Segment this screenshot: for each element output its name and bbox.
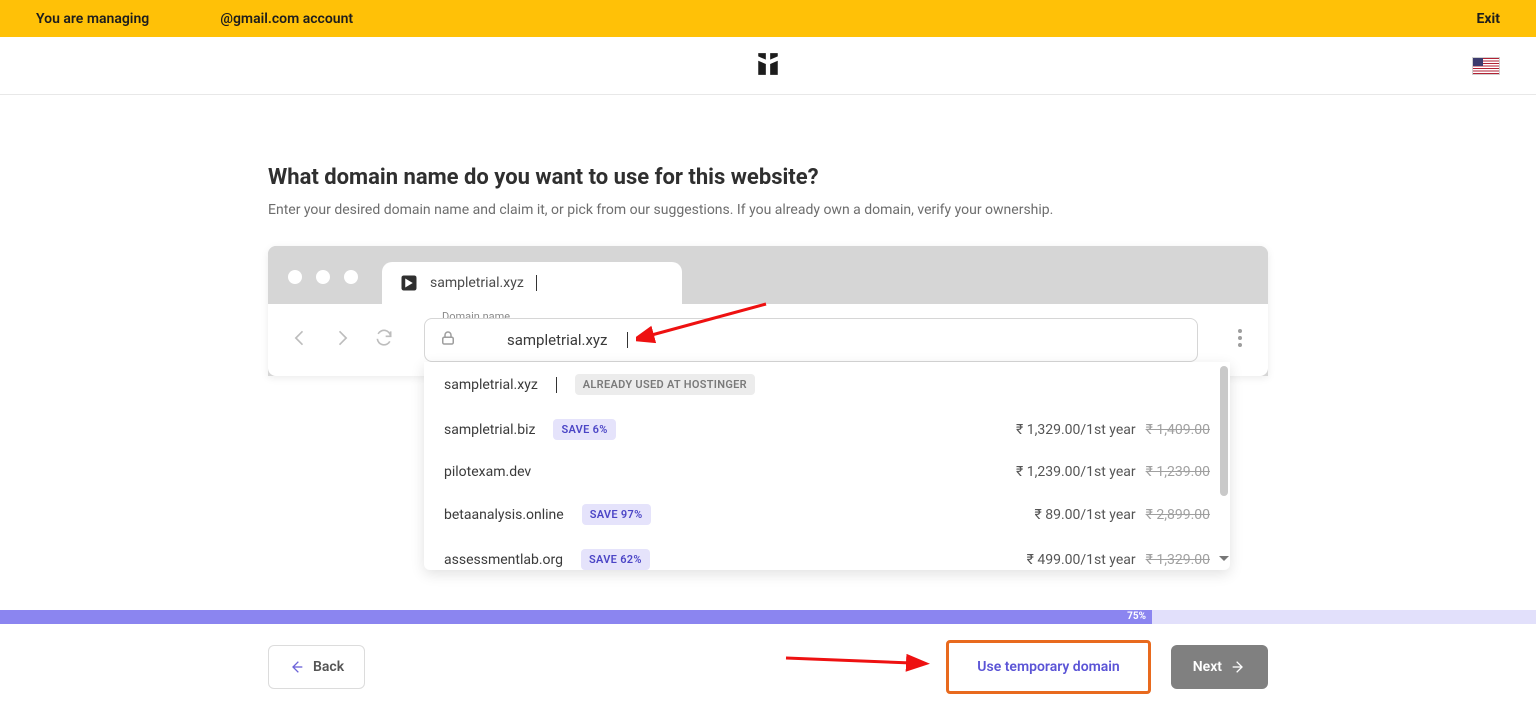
text-cursor-icon [627,332,628,348]
kebab-menu-icon[interactable] [1238,329,1242,351]
next-button-label: Next [1193,659,1222,675]
suggestion-domain: pilotexam.dev [444,464,531,480]
progress-label: 75% [1127,610,1146,624]
suggestion-row[interactable]: sampletrial.xyz ALREADY USED AT HOSTINGE… [424,362,1230,407]
exit-link[interactable]: Exit [1477,11,1500,27]
text-cursor-icon [556,377,557,393]
onboarding-progress: 75% [0,610,1536,624]
suggestion-old-price: ₹ 1,239.00 [1146,464,1210,480]
domain-input-value: sampletrial.xyz [507,331,607,349]
locale-flag-us-icon[interactable] [1472,57,1500,75]
suggestion-domain: assessmentlab.org [444,552,563,568]
text-cursor-icon [536,275,537,291]
domain-input-wrapper: Domain name sampletrial.xyz sampletrial.… [424,318,1198,362]
suggestion-old-price: ₹ 1,409.00 [1146,422,1210,438]
window-dot-icon [288,270,302,284]
managing-account: @gmail.com account [220,11,353,27]
domain-suggestions-dropdown: sampletrial.xyz ALREADY USED AT HOSTINGE… [424,362,1230,570]
suggestion-badge: SAVE 62% [581,549,650,570]
suggestion-row[interactable]: pilotexam.dev ₹ 1,239.00/1st year ₹ 1,23… [424,452,1230,492]
page-subtitle: Enter your desired domain name and claim… [268,202,1268,218]
nav-back-icon [290,328,310,352]
impersonation-bar: You are managing @gmail.com account Exit [0,0,1536,37]
use-temporary-domain-button[interactable]: Use temporary domain [946,640,1150,694]
next-button[interactable]: Next [1171,645,1268,689]
window-controls [288,270,358,284]
temp-button-label: Use temporary domain [977,659,1119,675]
browser-tab-strip: sampletrial.xyz [268,246,1268,304]
progress-fill: 75% [0,610,1152,624]
hostinger-logo-icon [755,51,781,81]
scrollbar-thumb[interactable] [1220,366,1228,496]
suggestion-row[interactable]: sampletrial.biz SAVE 6% ₹ 1,329.00/1st y… [424,407,1230,452]
suggestion-badge: SAVE 6% [553,419,615,440]
suggestion-badge: ALREADY USED AT HOSTINGER [575,374,755,395]
suggestion-price: ₹ 1,329.00/1st year [1016,422,1136,438]
tab-favicon-icon [400,274,418,292]
suggestion-row[interactable]: assessmentlab.org SAVE 62% ₹ 499.00/1st … [424,537,1230,570]
window-dot-icon [316,270,330,284]
browser-active-tab: sampletrial.xyz [382,262,682,304]
impersonation-text: You are managing @gmail.com account [36,11,359,27]
nav-forward-icon [332,328,352,352]
domain-input[interactable]: sampletrial.xyz [424,318,1198,362]
suggestion-price: ₹ 89.00/1st year [1035,507,1136,523]
chevron-down-icon[interactable] [1219,549,1229,568]
managing-prefix: You are managing [36,11,149,27]
footer-bar: Back Use temporary domain Next [0,632,1536,702]
suggestion-domain: sampletrial.xyz [444,377,538,393]
suggestion-old-price: ₹ 2,899.00 [1146,507,1210,523]
back-button-label: Back [313,659,344,675]
nav-reload-icon [374,328,394,352]
browser-toolbar: Domain name sampletrial.xyz sampletrial.… [268,304,1268,376]
main-content: What domain name do you want to use for … [268,95,1268,376]
browser-mock: sampletrial.xyz Domain name sampletria [268,246,1268,376]
window-dot-icon [344,270,358,284]
suggestion-domain: betaanalysis.online [444,507,564,523]
suggestion-old-price: ₹ 1,329.00 [1146,552,1210,568]
tab-title: sampletrial.xyz [430,275,524,291]
suggestion-price: ₹ 1,239.00/1st year [1016,464,1136,480]
suggestion-row[interactable]: betaanalysis.online SAVE 97% ₹ 89.00/1st… [424,492,1230,537]
suggestion-badge: SAVE 97% [582,504,651,525]
suggestion-price: ₹ 499.00/1st year [1027,552,1136,568]
page-title: What domain name do you want to use for … [268,165,1268,190]
app-header [0,37,1536,95]
back-button[interactable]: Back [268,645,365,689]
lock-icon [439,329,457,351]
suggestion-domain: sampletrial.biz [444,422,535,438]
